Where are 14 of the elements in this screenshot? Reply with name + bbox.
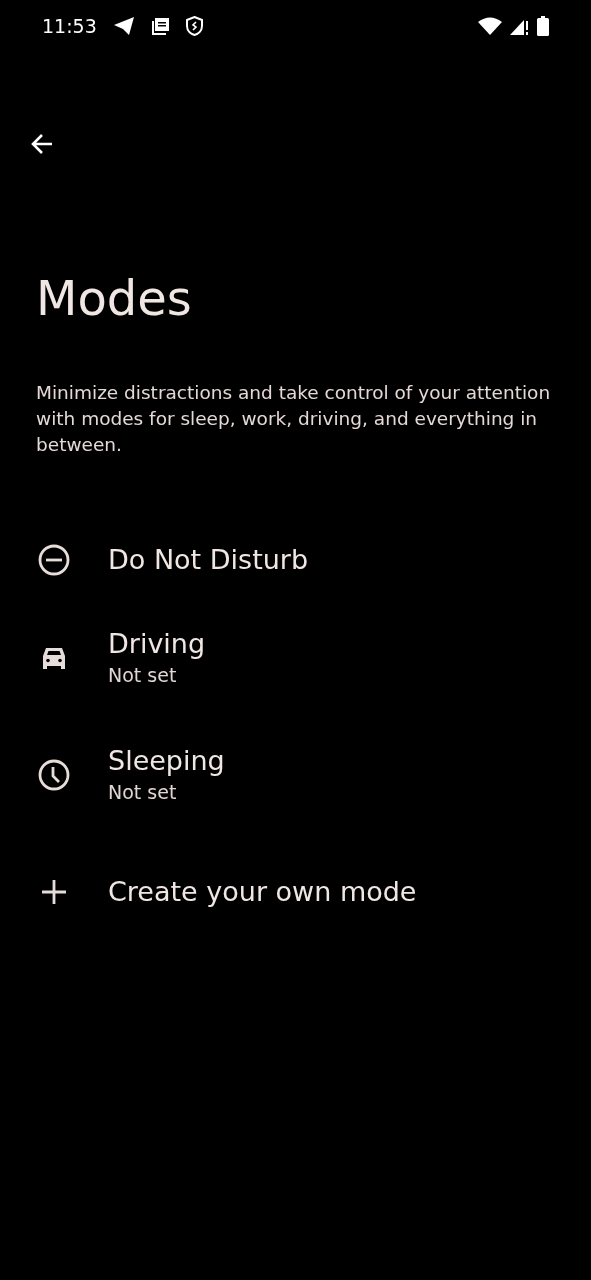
mode-title[interactable]: Driving: [108, 626, 206, 661]
mode-title[interactable]: Do Not Disturb: [108, 542, 309, 577]
mode-title[interactable]: Sleeping: [108, 743, 225, 778]
mode-status: Not set: [108, 779, 178, 805]
document-icon: [150, 16, 170, 36]
mode-title[interactable]: Create your own mode: [108, 875, 417, 909]
shield-icon: [185, 16, 203, 36]
page-title: Modes: [36, 270, 193, 328]
mode-status: Not set: [108, 662, 178, 688]
wifi-icon: [478, 17, 502, 35]
description: Minimize distractions and take control of your attention with modes for sleep, work, driving, and everything in between.: [36, 380, 552, 457]
status-time: 11:53: [42, 13, 97, 39]
paper-plane-icon: [112, 16, 135, 36]
battery-icon: [537, 16, 549, 36]
